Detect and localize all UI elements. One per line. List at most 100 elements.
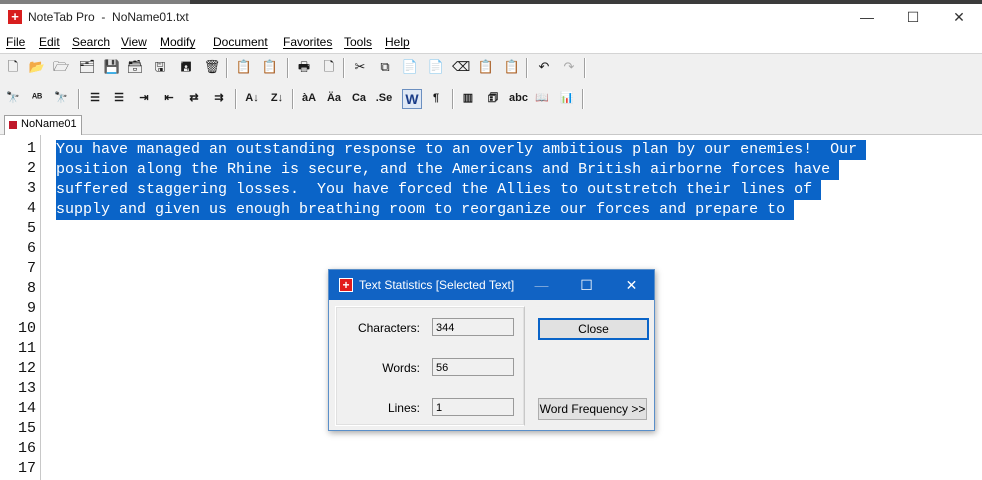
menu-search[interactable]: Search xyxy=(72,35,110,49)
sentence-case-icon[interactable]: .Se xyxy=(375,89,393,107)
statistics-panel: Characters: 344 Words: 56 Lines: 1 xyxy=(335,306,525,426)
line-number: 2 xyxy=(26,160,36,177)
word-frequency-button[interactable]: Word Frequency >> xyxy=(538,398,647,420)
close-window-button[interactable]: ✕ xyxy=(936,4,982,31)
menu-modify[interactable]: Modify xyxy=(160,35,195,49)
line-number: 11 xyxy=(17,340,36,357)
line-number: 14 xyxy=(17,400,36,417)
find-icon[interactable]: 🔭 xyxy=(4,89,22,107)
print-icon[interactable]: 🖶 xyxy=(295,58,313,76)
delete-icon[interactable]: 🗑 xyxy=(203,58,221,76)
line-number: 10 xyxy=(17,320,36,337)
align-icon[interactable]: ⇄ xyxy=(185,89,203,107)
dialog-title: Text Statistics [Selected Text] xyxy=(359,278,515,292)
line-number: 8 xyxy=(26,280,36,297)
new-file-icon[interactable]: 🗋 xyxy=(4,58,22,76)
menu-view[interactable]: View xyxy=(121,35,147,49)
menu-file[interactable]: File xyxy=(6,35,25,49)
menu-help[interactable]: Help xyxy=(385,35,410,49)
lines-label: Lines: xyxy=(387,401,420,415)
clipbook-icon[interactable]: 🗊 xyxy=(484,89,502,107)
numbering-icon[interactable]: ☰ xyxy=(110,89,128,107)
statistics-icon[interactable]: 📊 xyxy=(558,89,576,107)
save-settings-icon[interactable]: 🖪 xyxy=(177,58,195,76)
bullets-icon[interactable]: ☰ xyxy=(86,89,104,107)
format-toolbar: 🔭 ᴬᴮ 🔭 ☰ ☰ ⇥ ⇤ ⇄ ⇉ A↓ Z↓ àA Äa Ca .Se W ¶ ▥ 🗊 abc 📖 📊 xyxy=(0,85,982,113)
open-file-icon[interactable]: 📂 xyxy=(28,58,46,76)
words-label: Words: xyxy=(382,361,420,375)
save-icon[interactable]: 💾 xyxy=(103,58,121,76)
maximize-button[interactable]: ☐ xyxy=(890,4,936,31)
cut-icon[interactable]: ✂ xyxy=(351,58,369,76)
save-all-icon[interactable]: 🗃 xyxy=(126,58,144,76)
capitalize-icon[interactable]: Ca xyxy=(350,89,368,107)
redo-icon[interactable]: ↷ xyxy=(560,58,578,76)
undo-icon[interactable]: ↶ xyxy=(535,58,553,76)
dialog-minimize-button[interactable]: — xyxy=(519,270,564,300)
tab-label: NoName01 xyxy=(21,118,77,130)
menu-tools[interactable]: Tools xyxy=(344,35,372,49)
sort-descending-icon[interactable]: Z↓ xyxy=(268,89,286,107)
uppercase-icon[interactable]: Äa xyxy=(325,89,343,107)
word-wrap-icon[interactable]: W xyxy=(402,89,422,109)
menu-edit[interactable]: Edit xyxy=(39,35,60,49)
main-toolbar: 🗋 📂 🗁 🗂 💾 🗃 🖫 🖪 🗑 📋 📋 🖶 🗋 ✂ ⧉ 📄 📄 ⌫ 📋 📋 ↶ ↷ xyxy=(0,54,982,82)
copy-icon[interactable]: ⧉ xyxy=(376,58,394,76)
dialog-maximize-button[interactable]: ☐ xyxy=(564,270,609,300)
clip-icon[interactable]: 📋 xyxy=(235,58,253,76)
tab-noname01[interactable]: NoName01 xyxy=(4,115,82,135)
document-tab-bar: NoName01 xyxy=(0,114,982,135)
eraser-icon[interactable]: ⌫ xyxy=(452,58,470,76)
characters-label: Characters: xyxy=(357,321,420,335)
open-multiple-icon[interactable]: 🗂 xyxy=(78,58,96,76)
toolbar-separator xyxy=(78,89,80,109)
line-number: 4 xyxy=(26,200,36,217)
close-button[interactable]: Close xyxy=(538,318,649,340)
minimize-button[interactable]: — xyxy=(844,4,890,31)
line-number: 16 xyxy=(17,440,36,457)
selected-text-line[interactable]: supply and given us enough breathing roo… xyxy=(56,200,795,220)
dialog-app-icon: + xyxy=(339,278,353,292)
line-number: 5 xyxy=(26,220,36,237)
find-disabled-icon[interactable]: 🔭 xyxy=(52,89,70,107)
toolbar-separator xyxy=(226,58,228,78)
thesaurus-icon[interactable]: 📖 xyxy=(533,89,551,107)
window-title: NoteTab Pro - NoName01.txt xyxy=(28,10,189,24)
line-number: 6 xyxy=(26,240,36,257)
line-number: 9 xyxy=(26,300,36,317)
clip-disabled-icon[interactable]: 📋 xyxy=(261,58,279,76)
toolbar-separator xyxy=(452,89,454,109)
line-number: 7 xyxy=(26,260,36,277)
lowercase-icon[interactable]: àA xyxy=(300,89,318,107)
spellcheck-icon[interactable]: abc xyxy=(509,89,528,107)
selected-text-line[interactable]: suffered staggering losses. You have for… xyxy=(56,180,822,200)
menu-document[interactable]: Document xyxy=(213,35,268,49)
line-number: 12 xyxy=(17,360,36,377)
sort-ascending-icon[interactable]: A↓ xyxy=(243,89,261,107)
lines-field: 1 xyxy=(432,398,514,416)
toolbar-separator xyxy=(526,58,528,78)
paste-icon[interactable]: 📄 xyxy=(401,58,419,76)
dialog-close-icon[interactable]: ✕ xyxy=(609,270,654,300)
print-preview-icon[interactable]: 🗋 xyxy=(320,58,338,76)
toolbar-separator xyxy=(287,58,289,78)
menu-favorites[interactable]: Favorites xyxy=(283,35,332,49)
paste-special-icon[interactable]: 📄 xyxy=(427,58,445,76)
paragraph-icon[interactable]: ¶ xyxy=(427,89,445,107)
toolbar-separator xyxy=(582,89,584,109)
indent-icon[interactable]: ⇥ xyxy=(135,89,153,107)
outdent-icon[interactable]: ⇤ xyxy=(160,89,178,107)
columns-icon[interactable]: ▥ xyxy=(459,89,477,107)
title-bar: + NoteTab Pro - NoName01.txt — ☐ ✕ xyxy=(0,4,982,31)
clipboard-icon[interactable]: 📋 xyxy=(477,58,495,76)
line-number: 13 xyxy=(17,380,36,397)
replace-icon[interactable]: ᴬᴮ xyxy=(28,89,46,107)
line-number: 15 xyxy=(17,420,36,437)
selected-text-line[interactable]: position along the Rhine is secure, and … xyxy=(56,160,840,180)
justify-icon[interactable]: ⇉ xyxy=(210,89,228,107)
clipboard-paste-icon[interactable]: 📋 xyxy=(503,58,521,76)
open-folder-icon[interactable]: 🗁 xyxy=(52,58,70,76)
save-as-icon[interactable]: 🖫 xyxy=(151,58,169,76)
characters-field: 344 xyxy=(432,318,514,336)
selected-text-line[interactable]: You have managed an outstanding response… xyxy=(56,140,867,160)
